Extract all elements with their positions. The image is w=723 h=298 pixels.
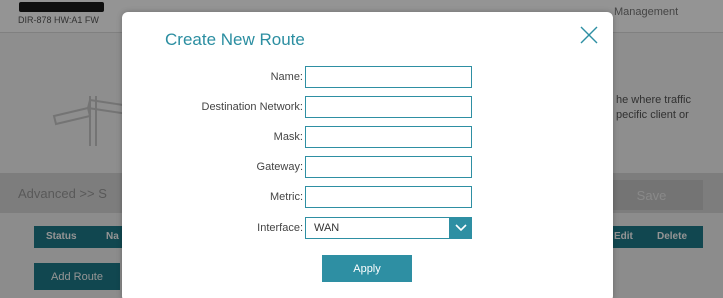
metric-field[interactable]	[305, 186, 472, 208]
destination-network-field[interactable]	[305, 96, 472, 118]
gateway-field[interactable]	[305, 156, 472, 178]
name-label: Name:	[270, 71, 303, 83]
close-button[interactable]	[579, 25, 599, 45]
interface-value: WAN	[314, 222, 340, 234]
close-icon	[580, 26, 598, 44]
mask-field[interactable]	[305, 126, 472, 148]
interface-label: Interface:	[257, 222, 303, 234]
dialog-title: Create New Route	[165, 30, 305, 49]
metric-label: Metric:	[270, 191, 303, 203]
mask-label: Mask:	[273, 131, 303, 143]
interface-select[interactable]: WAN	[305, 217, 472, 239]
gateway-label: Gateway:	[256, 161, 303, 173]
apply-button[interactable]: Apply	[322, 255, 412, 282]
destination-label: Destination Network:	[201, 101, 304, 113]
create-route-dialog: Create New Route Name: Destination Netwo…	[122, 12, 613, 298]
chevron-down-icon	[454, 224, 467, 232]
interface-dropdown-button[interactable]	[449, 217, 472, 239]
name-field[interactable]	[305, 66, 472, 88]
